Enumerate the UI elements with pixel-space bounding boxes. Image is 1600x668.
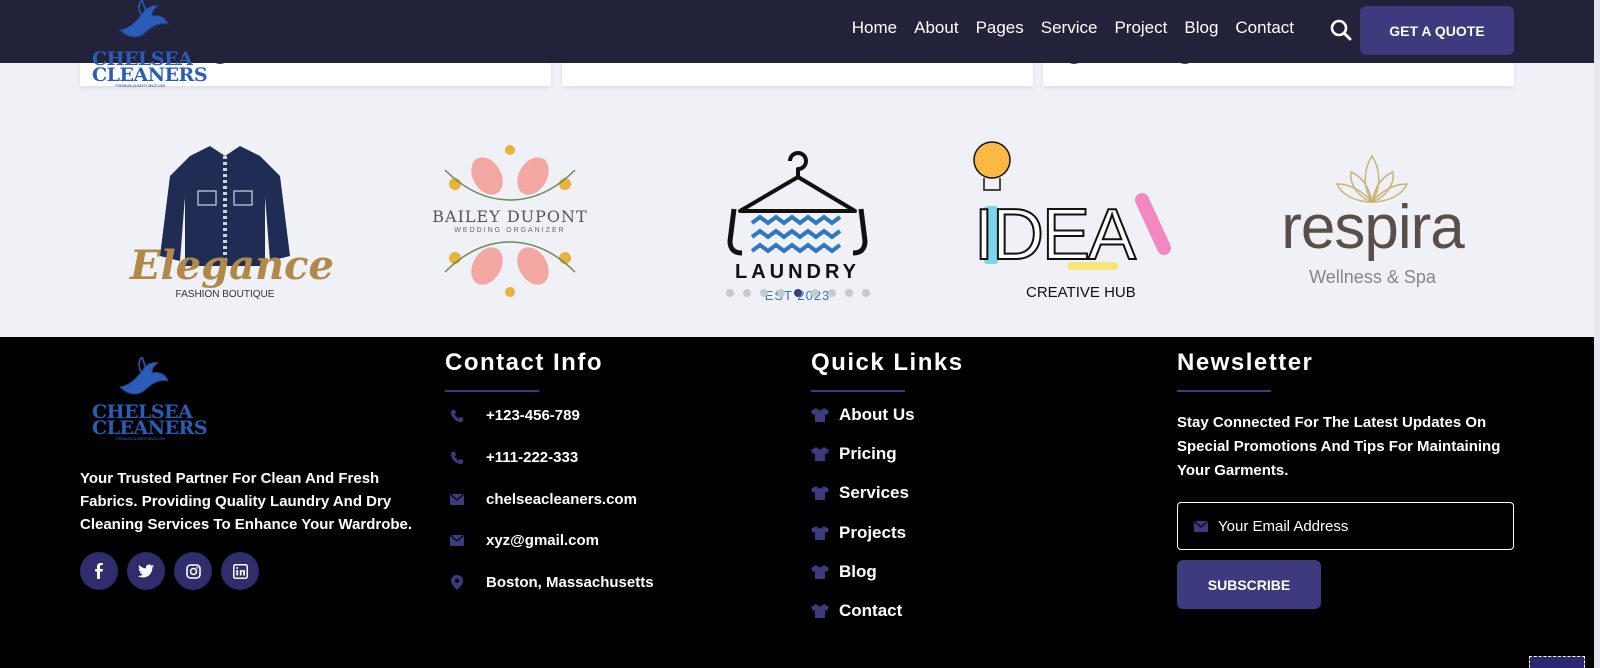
nav-blog[interactable]: Blog — [1184, 18, 1218, 38]
main-nav: Home About Pages Service Project Blog Co… — [852, 18, 1294, 38]
scroll-to-top-button[interactable] — [1529, 656, 1585, 668]
footer-about-text: Your Trusted Partner For Clean And Fresh… — [80, 470, 413, 533]
contact-phone-1-text: +123-456-789 — [486, 407, 580, 424]
quick-link-projects[interactable]: Projects — [811, 523, 906, 543]
nav-about[interactable]: About — [914, 18, 958, 38]
dove-icon — [118, 357, 169, 395]
nav-contact[interactable]: Contact — [1235, 18, 1294, 38]
linkedin-button[interactable] — [221, 552, 259, 590]
contact-location-text: Boston, Massachusetts — [486, 574, 654, 591]
contact-info-heading: Contact Info — [445, 349, 603, 376]
partner-idea-sub: CREATIVE HUB — [1026, 284, 1136, 301]
quick-link-blog[interactable]: Blog — [811, 562, 877, 582]
partner-idea[interactable]: IDEA CREATIVE HUB — [970, 140, 1185, 305]
quick-links-heading: Quick Links — [811, 349, 964, 376]
tshirt-icon — [811, 526, 829, 540]
carousel-dots — [726, 289, 870, 297]
envelope-icon — [1194, 520, 1208, 532]
carousel-dot[interactable] — [743, 289, 751, 297]
site-logo[interactable]: CHELSEA CLEANERS PREMIUM LAUNDRY SINCE 1… — [92, 0, 208, 88]
tshirt-icon — [811, 604, 829, 618]
nav-service[interactable]: Service — [1041, 18, 1098, 38]
partner-elegance-sub: FASHION BOUTIQUE — [175, 289, 275, 300]
partner-bailey-dupont[interactable]: BAILEY DUPONT WEDDING ORGANIZER — [425, 140, 595, 302]
nav-pages[interactable]: Pages — [976, 18, 1024, 38]
nav-home[interactable]: Home — [852, 18, 897, 38]
contact-phone-2-text: +111-222-333 — [486, 449, 579, 466]
contact-email-2-text: xyz@gmail.com — [486, 532, 599, 549]
partner-respira-sub: Wellness & Spa — [1309, 267, 1436, 287]
quick-link-services[interactable]: Services — [811, 483, 909, 503]
nav-project[interactable]: Project — [1114, 18, 1167, 38]
subscribe-button[interactable]: SUBSCRIBE — [1177, 560, 1321, 609]
heading-underline — [1177, 390, 1271, 392]
phone-icon — [450, 451, 464, 465]
contact-email-1[interactable]: chelseacleaners.com — [450, 491, 637, 508]
partner-laundry-name: LAUNDRY — [734, 261, 861, 283]
twitter-icon — [138, 564, 154, 578]
quick-link-about-us[interactable]: About Us — [811, 405, 915, 425]
facebook-icon — [95, 563, 103, 579]
carousel-dot[interactable] — [726, 289, 734, 297]
partner-respira-name: respira — [1281, 193, 1465, 262]
contact-email-1-text: chelseacleaners.com — [486, 491, 637, 508]
partner-logos: Elegance FASHION BOUTIQUE BAILEY DUPONT … — [0, 86, 1594, 337]
newsletter-email-field[interactable] — [1177, 502, 1514, 550]
tshirt-icon — [811, 447, 829, 461]
page-scrollbar[interactable] — [1594, 0, 1600, 668]
partner-idea-name: IDEA — [973, 195, 1137, 275]
envelope-icon — [450, 534, 464, 548]
footer-logo[interactable]: CHELSEA CLEANERS PREMIUM LAUNDRY SINCE 1… — [92, 357, 208, 447]
newsletter-text: Stay Connected For The Latest Updates On… — [1177, 414, 1501, 479]
facebook-button[interactable] — [80, 552, 118, 590]
partner-respira[interactable]: respira Wellness & Spa — [1275, 154, 1470, 304]
quick-link-pricing[interactable]: Pricing — [811, 444, 897, 464]
site-footer: CHELSEA CLEANERS PREMIUM LAUNDRY SINCE 1… — [0, 337, 1594, 668]
instagram-button[interactable] — [174, 552, 212, 590]
contact-location: Boston, Massachusetts — [450, 574, 654, 591]
map-pin-icon — [450, 575, 464, 590]
linkedin-icon — [232, 563, 248, 579]
twitter-button[interactable] — [127, 552, 165, 590]
carousel-dot[interactable] — [811, 289, 819, 297]
partner-laundry[interactable]: LAUNDRY EST 2023 — [720, 141, 875, 306]
partner-elegance[interactable]: Elegance FASHION BOUTIQUE — [130, 136, 334, 306]
quick-link-contact[interactable]: Contact — [811, 601, 902, 621]
hanger-icon — [727, 151, 868, 256]
quick-link-label: Projects — [839, 523, 907, 542]
heading-underline — [445, 390, 539, 392]
envelope-icon — [450, 493, 464, 507]
search-icon[interactable] — [1330, 19, 1352, 41]
quick-link-label: Pricing — [839, 444, 897, 463]
partner-elegance-name: Elegance — [130, 242, 334, 289]
partner-bailey-name: BAILEY DUPONT — [432, 207, 588, 226]
contact-phone-1[interactable]: +123-456-789 — [450, 407, 580, 424]
instagram-icon — [185, 563, 201, 579]
newsletter-email-input[interactable] — [1218, 517, 1498, 535]
tshirt-icon — [811, 408, 829, 422]
tshirt-icon — [811, 565, 829, 579]
contact-email-2[interactable]: xyz@gmail.com — [450, 532, 599, 549]
phone-icon — [450, 409, 464, 423]
quick-link-label: Blog — [839, 562, 877, 581]
site-header: Home About Pages Service Project Blog Co… — [0, 0, 1594, 63]
dove-icon — [118, 0, 169, 38]
carousel-dot[interactable] — [845, 289, 853, 297]
get-quote-button[interactable]: GET A QUOTE — [1360, 6, 1514, 55]
carousel-dot[interactable] — [862, 289, 870, 297]
quick-link-label: Services — [839, 483, 909, 502]
carousel-dot[interactable] — [760, 289, 768, 297]
carousel-dot-active[interactable] — [794, 289, 802, 297]
contact-phone-2[interactable]: +111-222-333 — [450, 449, 578, 466]
newsletter-heading: Newsletter — [1177, 349, 1314, 376]
carousel-dot[interactable] — [777, 289, 785, 297]
partner-bailey-sub: WEDDING ORGANIZER — [454, 227, 566, 234]
tshirt-icon — [811, 486, 829, 500]
quick-link-label: About Us — [839, 405, 915, 424]
footer-logo-tagline: PREMIUM LAUNDRY SINCE 1999 — [115, 436, 165, 441]
quick-link-label: Contact — [839, 601, 903, 620]
carousel-dot[interactable] — [828, 289, 836, 297]
heading-underline — [811, 390, 905, 392]
